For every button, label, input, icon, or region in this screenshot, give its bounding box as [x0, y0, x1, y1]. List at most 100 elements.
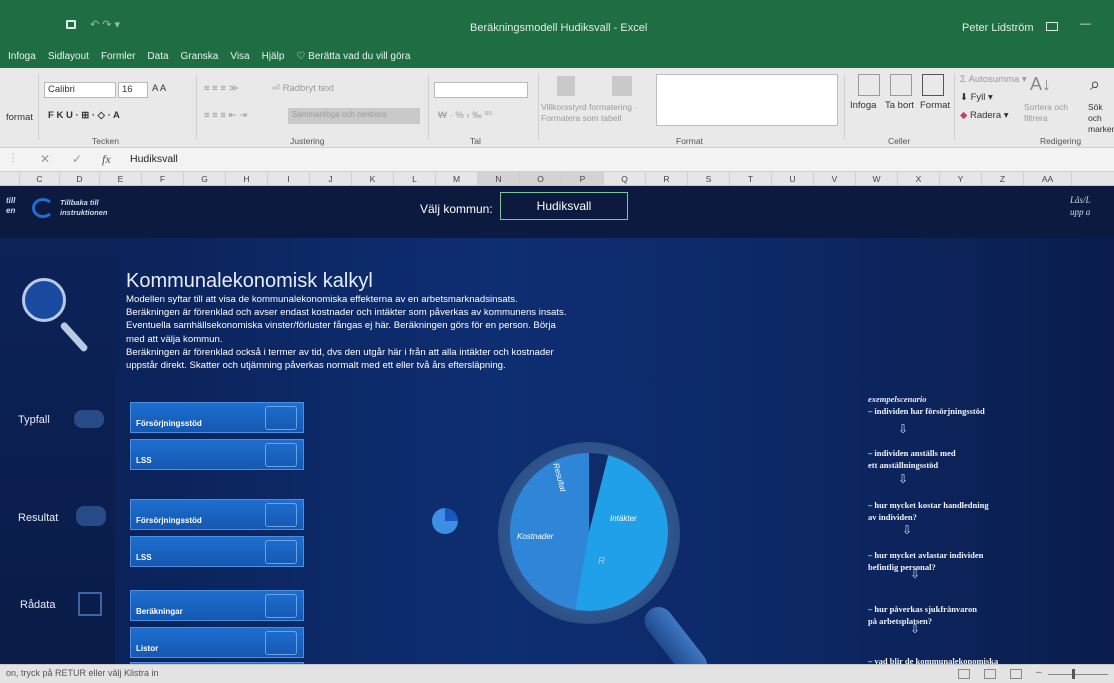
col-header[interactable]: L: [394, 172, 436, 185]
tab-sidlayout[interactable]: Sidlayout: [48, 51, 89, 62]
find-select-button[interactable]: Sök och markera: [1088, 102, 1114, 135]
col-header[interactable]: D: [60, 172, 100, 185]
sort-filter-button[interactable]: Sortera och filtrera: [1024, 102, 1074, 124]
conditional-format-icon[interactable]: [557, 76, 575, 96]
col-header[interactable]: W: [856, 172, 898, 185]
enter-icon[interactable]: ✓: [72, 152, 82, 166]
berakningar-button[interactable]: Beräkningar: [130, 590, 304, 621]
number-format-icons[interactable]: ₩ · % › ‰ ⁰⁰: [438, 110, 492, 121]
col-header[interactable]: Q: [604, 172, 646, 185]
merge-center-button[interactable]: Sammanfoga och centrera: [288, 108, 420, 124]
delete-cells-icon[interactable]: [890, 74, 912, 96]
delete-button[interactable]: Ta bort: [885, 100, 914, 111]
fill-button[interactable]: ⬇ Fyll ▾: [960, 92, 993, 103]
col-header[interactable]: H: [226, 172, 268, 185]
user-name[interactable]: Peter Lidström: [962, 22, 1034, 34]
font-size-select[interactable]: 16: [118, 82, 148, 98]
save-icon[interactable]: [66, 20, 76, 29]
sort-filter-icon[interactable]: A↓: [1030, 74, 1051, 95]
col-header[interactable]: O: [520, 172, 562, 185]
tell-me-box[interactable]: ♡ Berätta vad du vill göra: [296, 51, 410, 62]
col-header[interactable]: P: [562, 172, 604, 185]
zoom-slider[interactable]: [1048, 674, 1108, 675]
align-icons[interactable]: ≡ ≡ ≡ ⇤ ⇥: [204, 110, 247, 121]
name-box-dots[interactable]: ⋮: [8, 153, 18, 164]
col-header[interactable]: AA: [1024, 172, 1072, 185]
nav-radata-label[interactable]: Rådata: [20, 599, 55, 611]
mini-pie-icon[interactable]: [432, 508, 458, 534]
insert-function-icon[interactable]: fx: [102, 152, 111, 167]
undo-icon[interactable]: ↶ ↷ ▾: [90, 18, 120, 31]
data-grid-icon[interactable]: [78, 592, 102, 616]
col-header[interactable]: F: [142, 172, 184, 185]
col-header[interactable]: S: [688, 172, 730, 185]
left-cut-link[interactable]: till en: [6, 196, 15, 216]
wrap-text-button[interactable]: ⏎ Radbryt text: [272, 83, 334, 94]
col-header[interactable]: E: [100, 172, 142, 185]
col-header[interactable]: K: [352, 172, 394, 185]
format-painter-label[interactable]: format: [6, 112, 33, 123]
cond-format-label[interactable]: Villkorsstyrd formatering · Formatera so…: [541, 102, 651, 124]
nav-typfall-label[interactable]: Typfall: [18, 414, 50, 426]
municipality-select[interactable]: Hudiksvall: [500, 192, 628, 220]
page-break-icon[interactable]: [1010, 669, 1022, 679]
col-header[interactable]: C: [20, 172, 60, 185]
col-header[interactable]: X: [898, 172, 940, 185]
back-to-instructions-link[interactable]: Tillbaka till instruktionen: [60, 198, 130, 218]
formula-input[interactable]: Hudiksvall: [130, 153, 178, 165]
tab-data[interactable]: Data: [147, 51, 168, 62]
group-people-icon[interactable]: [74, 410, 104, 428]
col-header[interactable]: Z: [982, 172, 1024, 185]
format-cells-icon[interactable]: [922, 74, 944, 96]
left-nav-panel: Typfall Resultat Rådata: [0, 238, 115, 664]
worksheet[interactable]: till en Tillbaka till instruktionen Välj …: [0, 186, 1114, 664]
back-arrow-icon[interactable]: [32, 198, 54, 218]
clear-button[interactable]: ◆ Radera ▾: [960, 110, 1009, 121]
cancel-icon[interactable]: ✕: [40, 152, 50, 166]
insert-button[interactable]: Infoga: [850, 100, 876, 111]
lock-unlock-link[interactable]: Lås/L upp a: [1070, 194, 1091, 218]
zoom-out-icon[interactable]: –: [1036, 667, 1042, 678]
resultat-lss-button[interactable]: LSS: [130, 536, 304, 567]
font-name-select[interactable]: Calibri: [44, 82, 116, 98]
number-format-select[interactable]: [434, 82, 528, 98]
col-header[interactable]: J: [310, 172, 352, 185]
align-top-icons[interactable]: ≡ ≡ ≡ ≫: [204, 83, 239, 94]
autosum-button[interactable]: Σ Autosumma ▾: [960, 74, 1027, 85]
tab-formler[interactable]: Formler: [101, 51, 135, 62]
tab-infoga[interactable]: Infoga: [8, 51, 36, 62]
bold-italic-underline-icons[interactable]: F K U · ⊞ · ◇ · A: [48, 110, 120, 121]
arrow-down-icon: ⇩: [898, 422, 909, 436]
col-header[interactable]: V: [814, 172, 856, 185]
listor-button[interactable]: Listor: [130, 627, 304, 658]
zoom-slider-handle[interactable]: [1072, 669, 1075, 679]
col-header[interactable]: M: [436, 172, 478, 185]
col-header[interactable]: G: [184, 172, 226, 185]
col-header[interactable]: U: [772, 172, 814, 185]
tab-hjalp[interactable]: Hjälp: [262, 51, 285, 62]
resultat-forsorjningsstod-button[interactable]: Försörjningsstöd: [130, 499, 304, 530]
format-table-icon[interactable]: [612, 76, 632, 96]
col-header[interactable]: T: [730, 172, 772, 185]
tab-visa[interactable]: Visa: [230, 51, 249, 62]
col-header[interactable]: N: [478, 172, 520, 185]
nav-resultat-label[interactable]: Resultat: [18, 512, 58, 524]
column-header: C D E F G H I J K L M N O P Q R S T U V …: [0, 172, 1114, 186]
format-button[interactable]: Format: [920, 100, 950, 111]
insert-cells-icon[interactable]: [858, 74, 880, 96]
typfall-forsorjningsstod-button[interactable]: Försörjningsstöd: [130, 402, 304, 433]
font-grow-icon[interactable]: A A: [152, 83, 166, 94]
col-header[interactable]: R: [646, 172, 688, 185]
typfall-lss-button[interactable]: LSS: [130, 439, 304, 470]
col-header[interactable]: I: [268, 172, 310, 185]
col-header[interactable]: Y: [940, 172, 982, 185]
minimize-icon[interactable]: —: [1080, 18, 1091, 30]
page-layout-icon[interactable]: [984, 669, 996, 679]
cell-styles-gallery[interactable]: [656, 74, 838, 126]
find-icon[interactable]: ⌕: [1090, 74, 1100, 95]
tab-granska[interactable]: Granska: [181, 51, 219, 62]
scenario-step-2a: – individen anställs med: [868, 448, 956, 458]
people-chart-icon[interactable]: [76, 506, 106, 526]
ribbon-display-icon[interactable]: [1046, 22, 1058, 31]
normal-view-icon[interactable]: [958, 669, 970, 679]
